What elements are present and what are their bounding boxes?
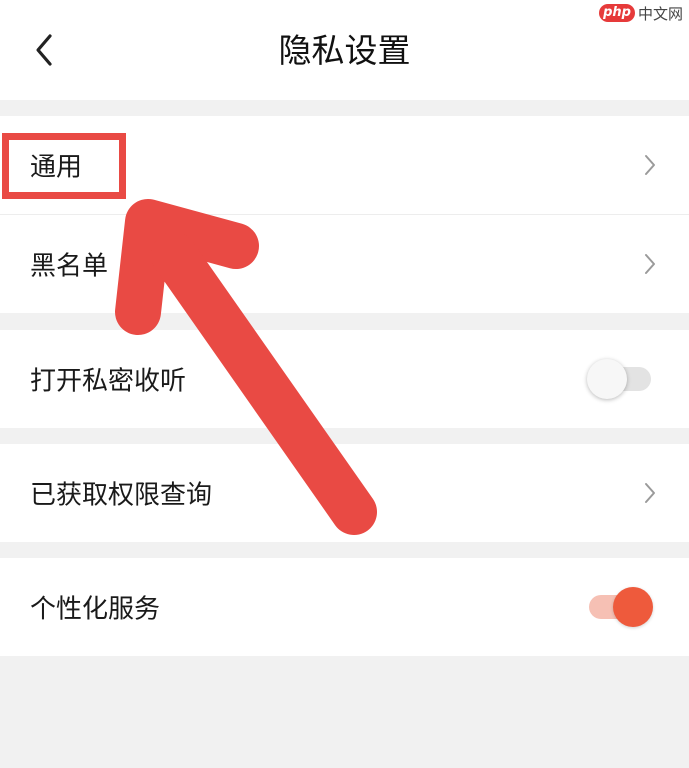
private-listening-toggle[interactable] [587,359,653,399]
row-label-personalized-service: 个性化服务 [30,594,161,625]
settings-row-personalized-service: 个性化服务 [0,558,689,656]
row-label-private-listening: 打开私密收听 [30,366,187,397]
row-label-general: 通用 [30,152,83,183]
chevron-right-icon [645,254,655,274]
toggle-knob [587,359,627,399]
watermark-text: 中文网 [637,4,683,23]
settings-row-general[interactable]: 通用 [0,116,689,214]
settings-row-private-listening: 打开私密收听 [0,330,689,428]
toggle-knob [613,587,653,627]
chevron-right-icon [645,155,655,175]
header: 隐私设置 php 中文网 [0,0,689,100]
watermark-logo: php [599,4,635,22]
personalized-service-toggle[interactable] [587,587,653,627]
watermark: php 中文网 [599,2,683,24]
row-label-blacklist: 黑名单 [30,251,109,282]
chevron-right-icon [645,483,655,503]
settings-row-blacklist[interactable]: 黑名单 [0,215,689,313]
page-title: 隐私设置 [278,31,411,70]
settings-row-permissions-query[interactable]: 已获取权限查询 [0,444,689,542]
row-label-permissions-query: 已获取权限查询 [30,480,213,511]
